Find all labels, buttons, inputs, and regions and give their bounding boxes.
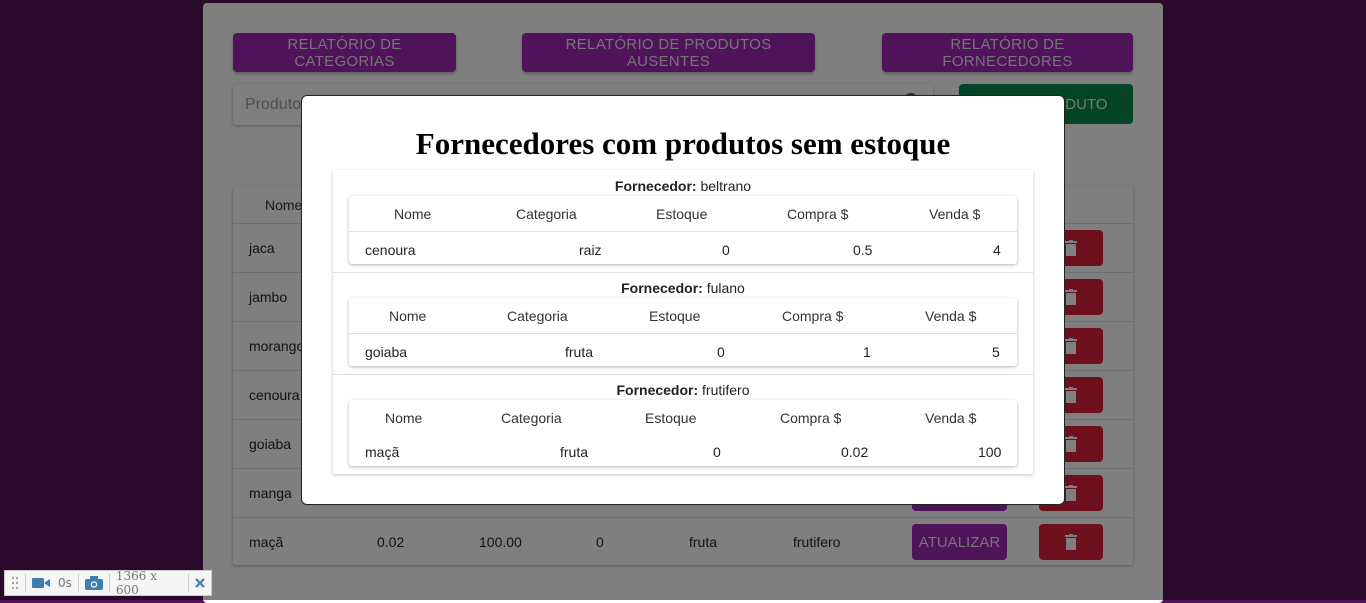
camera-icon [84,576,103,590]
column-header: Nome [385,410,423,426]
record-time: 0s [58,576,72,590]
column-header: Venda $ [925,308,977,324]
cell-categoria: raiz [579,242,602,258]
supplier-label: Fornecedor: [616,382,699,398]
column-header: Estoque [645,410,697,426]
cell-estoque: 0 [713,444,721,460]
supplier-label: Fornecedor: [621,280,703,296]
viewport-size-label: 1366 x 600 [115,569,158,597]
supplier-products-table: Nome Categoria Estoque Compra $ Venda $ … [349,400,1017,466]
cell-nome: maçã [365,444,400,460]
suppliers-report-modal: Fornecedores com produtos sem estoque Fo… [301,95,1065,505]
supplier-section: Fornecedor: fulano Nome Categoria Estoqu… [333,272,1033,375]
table-header: Nome Categoria Estoque Compra $ Venda $ [349,298,1017,334]
table-header: Nome Categoria Estoque Compra $ Venda $ [349,400,1017,435]
supplier-heading: Fornecedor: fulano [333,280,1033,296]
column-header: Compra $ [787,206,849,222]
record-video[interactable]: 0s [26,574,79,592]
supplier-section: Fornecedor: frutifero Nome Categoria Est… [333,374,1033,476]
supplier-heading: Fornecedor: beltrano [333,178,1033,194]
cell-venda: 100 [978,444,1002,460]
close-button[interactable] [189,574,211,592]
column-header: Nome [394,206,432,222]
column-header: Venda $ [929,206,981,222]
cell-categoria: fruta [560,444,589,460]
column-header: Categoria [516,206,577,222]
column-header: Categoria [501,410,562,426]
column-header: Nome [389,308,427,324]
cell-estoque: 0 [717,344,725,360]
screenshot-button[interactable] [79,574,110,592]
supplier-heading: Fornecedor: frutifero [333,382,1033,398]
cell-venda: 5 [992,344,1000,360]
recorder-toolbar: 0s 1366 x 600 [4,569,212,597]
cell-compra: 1 [863,344,871,360]
column-header: Categoria [507,308,568,324]
table-row: cenoura raiz 0 0.5 4 [349,232,1017,264]
modal-title: Fornecedores com produtos sem estoque [415,126,951,161]
column-header: Venda $ [925,410,977,426]
supplier-section: Fornecedor: beltrano Nome Categoria Esto… [333,170,1033,273]
supplier-products-table: Nome Categoria Estoque Compra $ Venda $ … [349,298,1017,366]
column-header: Estoque [649,308,701,324]
column-header: Compra $ [780,410,842,426]
close-icon [195,578,205,588]
column-header: Compra $ [782,308,844,324]
supplier-list: Fornecedor: beltrano Nome Categoria Esto… [333,170,1033,474]
supplier-products-table: Nome Categoria Estoque Compra $ Venda $ … [349,196,1017,264]
cell-nome: cenoura [365,242,416,258]
supplier-name: frutifero [702,382,750,398]
grip-icon[interactable] [5,574,26,592]
supplier-name: fulano [706,280,745,296]
cell-estoque: 0 [722,242,730,258]
cell-categoria: fruta [565,344,594,360]
cell-compra: 0.02 [841,444,869,460]
table-row: maçã fruta 0 0.02 100 [349,434,1017,466]
cell-nome: goiaba [365,344,408,360]
cell-compra: 0.5 [853,242,873,258]
viewport-size: 1366 x 600 [110,569,189,597]
table-header: Nome Categoria Estoque Compra $ Venda $ [349,196,1017,232]
table-row: goiaba fruta 0 1 5 [349,334,1017,366]
supplier-name: beltrano [700,178,752,194]
supplier-label: Fornecedor: [614,178,697,194]
column-header: Estoque [656,206,708,222]
video-icon [32,578,50,588]
cell-venda: 4 [993,242,1001,258]
